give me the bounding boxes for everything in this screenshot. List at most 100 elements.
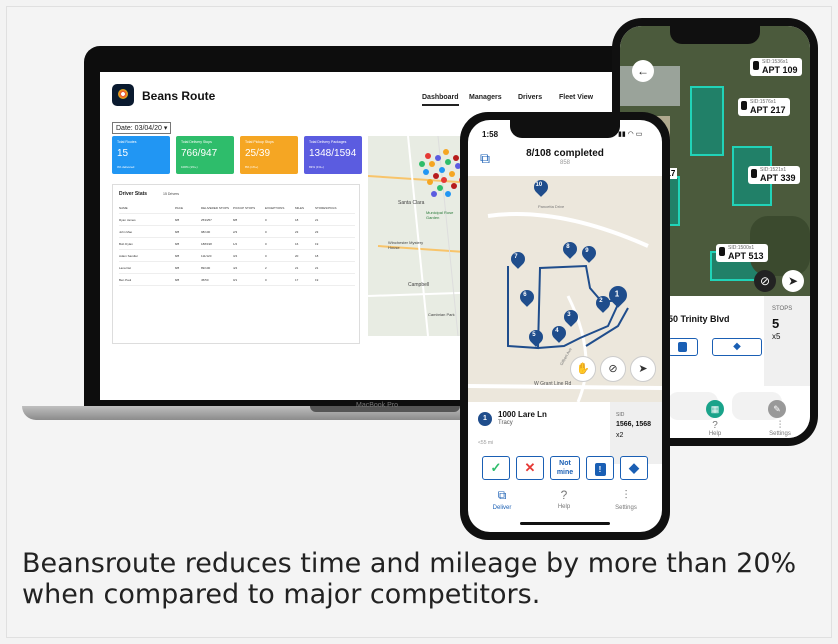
table-row[interactable]: Lana Del 8/8 89/100 4/4 2 21 21	[119, 263, 355, 274]
fleet-stop-dot[interactable]	[449, 171, 455, 177]
driver-stats-panel: Driver Stats 15 Drivers NAME PACE DELIVE…	[112, 184, 360, 344]
sid-label: SID	[616, 412, 625, 418]
tab-settings[interactable]: ⫶ Settings	[596, 488, 656, 511]
col-header: DELIVERED STOPS	[201, 206, 229, 210]
apt-tag[interactable]: SID:1500x1 APT 513	[716, 244, 768, 262]
back-button[interactable]: ←	[632, 60, 654, 82]
stat-card-delivery-stops: Total Delivery Stops 766/947 100% (1%+)	[176, 136, 234, 174]
fleet-stop-dot[interactable]	[445, 191, 451, 197]
pin-number: 5	[532, 331, 536, 338]
fleet-stop-dot[interactable]	[425, 153, 431, 159]
stop-address: 1000 Lare Ln	[498, 410, 547, 419]
locate-button[interactable]: ➤	[782, 270, 804, 292]
nav-managers[interactable]: Managers	[469, 94, 502, 101]
table-cell: 23	[315, 230, 319, 234]
pin-icon	[719, 247, 725, 256]
tool-icon[interactable]: ✎	[768, 400, 786, 418]
nav-fleet-view[interactable]: Fleet View	[559, 94, 593, 101]
satellite-toggle-button[interactable]: ⊘	[754, 270, 776, 292]
fleet-stop-dot[interactable]	[427, 179, 433, 185]
satellite-icon: ⊘	[608, 363, 618, 375]
table-cell: 0	[265, 278, 267, 282]
driver-stats-title: Driver Stats	[119, 191, 148, 197]
sid-multiplier: x2	[616, 432, 624, 439]
tab-label: Settings	[769, 431, 791, 437]
pin-number: 2	[599, 297, 603, 304]
failed-button[interactable]: ✕	[516, 456, 544, 480]
fleet-stop-dot[interactable]	[429, 161, 435, 167]
table-cell: Ben Paul	[119, 278, 132, 282]
pin-number: 3	[567, 311, 571, 318]
table-row[interactable]: Bob Dylan 8/8 188/198 1/2 0 16 19	[119, 239, 355, 250]
table-cell: 18	[315, 254, 319, 258]
pin-number: 4	[555, 327, 559, 334]
table-cell: 21	[315, 266, 319, 270]
date-select[interactable]: Date: 03/04/20 ▾	[112, 122, 172, 134]
fleet-stop-dot[interactable]	[445, 159, 451, 165]
table-row[interactable]: Ryan James 8/8 253/257 8/8 0 18 21	[119, 215, 355, 226]
tab-help[interactable]: ? Help	[700, 420, 730, 437]
stop-card[interactable]: 1 1000 Lare Ln Tracy <55 mi SID 1566, 15…	[468, 402, 662, 464]
col-header: STORES/PKGS	[315, 206, 337, 210]
directions-icon: ◆	[629, 460, 639, 475]
info-button[interactable]: !	[586, 456, 614, 480]
table-header: NAME PACE DELIVERED STOPS PICKUP STOPS E…	[119, 203, 355, 214]
route-map[interactable]: 10 8 9 7 6 1 2 3 4 5 Pancetta Drive W Gr…	[468, 176, 662, 403]
table-cell: Lana Del	[119, 266, 132, 270]
pin-number: 8	[566, 243, 570, 250]
status-time: 1:58	[482, 130, 499, 139]
tab-help[interactable]: ? Help	[534, 488, 594, 510]
fleet-stop-dot[interactable]	[443, 149, 449, 155]
fleet-stop-dot[interactable]	[441, 177, 447, 183]
nav-dashboard[interactable]: Dashboard	[422, 94, 459, 106]
help-icon: ?	[560, 488, 568, 502]
highlighted-building[interactable]	[690, 86, 724, 156]
fleet-stop-dot[interactable]	[433, 173, 439, 179]
apt-tag[interactable]: SID:1576x1 APT 217	[738, 98, 790, 116]
fleet-stop-dot[interactable]	[451, 183, 457, 189]
apt-label: APT 339	[760, 173, 796, 183]
table-row[interactable]: Ben Paul 8/8 45/50 0/1 0 17 19	[119, 275, 355, 286]
pin-number: 7	[514, 253, 518, 260]
table-row[interactable]: John Mao 8/8 98/100 2/3 0 23 23	[119, 227, 355, 238]
tab-label: Help	[557, 504, 571, 510]
nav-drivers[interactable]: Drivers	[518, 94, 542, 101]
tab-deliver[interactable]: ⧉ Deliver	[472, 488, 532, 511]
product-scene: Beans Route Dashboard Managers Drivers F…	[0, 0, 838, 540]
grid-icon[interactable]: ▦	[706, 400, 724, 418]
table-cell: Adam Sandler	[119, 254, 139, 258]
pin-number: 9	[585, 247, 589, 254]
stop-city: Tracy	[498, 420, 513, 426]
info-button[interactable]	[668, 338, 698, 356]
tab-settings[interactable]: ⫶ Settings	[760, 420, 800, 437]
hand-icon: ✋	[576, 363, 590, 375]
fleet-stop-dot[interactable]	[437, 185, 443, 191]
directions-button[interactable]: ◆	[712, 338, 762, 356]
not-mine-button[interactable]: Not mine	[550, 456, 580, 480]
directions-icon: ◆	[733, 341, 741, 352]
col-header: MILES	[295, 206, 305, 210]
app-logo	[112, 84, 134, 106]
locate-button[interactable]: ➤	[630, 356, 656, 382]
col-header: PICKUP STOPS	[233, 206, 256, 210]
stat-card-pickup-stops: Total Pickup Stops 25/39 8% (1%+)	[240, 136, 298, 174]
apt-label: APT 217	[750, 105, 786, 115]
apt-tag[interactable]: SID:1521x1 APT 339	[748, 166, 800, 184]
card-value: 1348/1594	[309, 148, 357, 159]
fleet-stop-dot[interactable]	[435, 155, 441, 161]
table-cell: 0	[265, 254, 267, 258]
fleet-stop-dot[interactable]	[439, 167, 445, 173]
delivered-button[interactable]: ✓	[482, 456, 510, 480]
directions-button[interactable]: ◆	[620, 456, 648, 480]
pan-button[interactable]: ✋	[570, 356, 596, 382]
fleet-stop-dot[interactable]	[419, 161, 425, 167]
settings-sliders-icon: ⫶	[624, 488, 628, 502]
apt-tag[interactable]: SID:1536x1 APT 109	[750, 58, 802, 76]
fleet-stop-dot[interactable]	[423, 169, 429, 175]
table-row[interactable]: Adam Sandler 8/8 111/120 3/4 0 20 18	[119, 251, 355, 262]
table-cell: 0	[265, 242, 267, 246]
info-icon	[678, 342, 687, 352]
satellite-toggle-button[interactable]: ⊘	[600, 356, 626, 382]
fleet-stop-dot[interactable]	[453, 155, 459, 161]
fleet-stop-dot[interactable]	[431, 191, 437, 197]
